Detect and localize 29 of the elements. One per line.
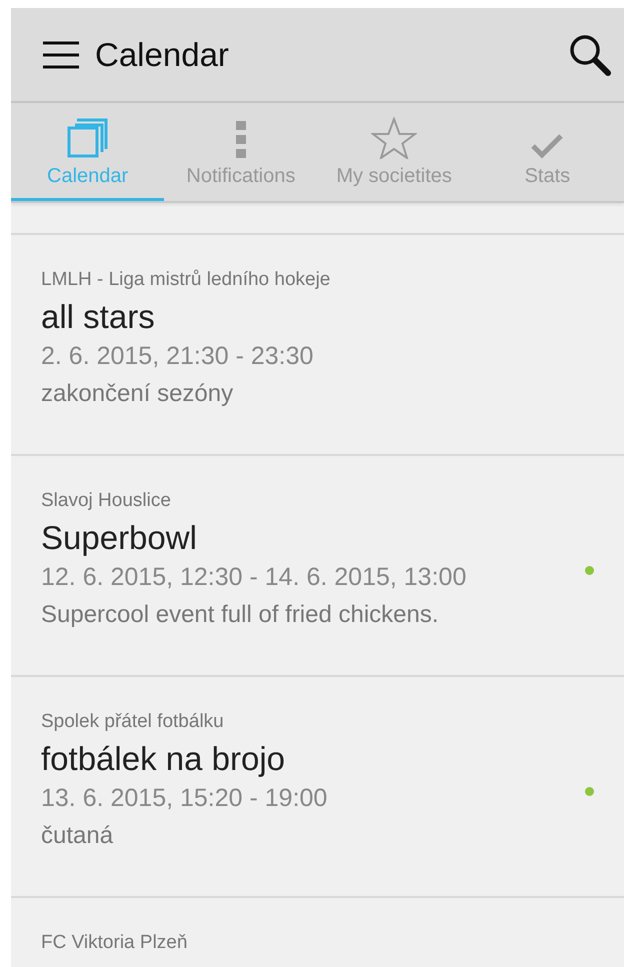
tab[interactable]: Stats: [470, 103, 624, 201]
event-title: Superbowl: [41, 518, 198, 558]
event-time: 13. 6. 2015, 15:20 - 19:00: [41, 783, 328, 814]
event-time: 2. 6. 2015, 21:30 - 23:30: [41, 341, 314, 372]
event-society: LMLH - Liga mistrů ledního hokeje: [41, 269, 332, 291]
event-society: Slavoj Houslice: [41, 490, 172, 512]
event-card[interactable]: Spolek přátel fotbálku fotbálek na brojo 13. 6. 2015, 15:20 - 19:00 čutaná: [11, 677, 624, 898]
tab[interactable]: My societites: [318, 103, 471, 201]
search-icon: [568, 32, 612, 76]
star-icon: [371, 117, 418, 159]
check-icon: [531, 133, 564, 159]
event-society: FC Viktoria Plzeň: [41, 932, 188, 954]
search-button[interactable]: [568, 32, 612, 76]
event-description: Supercool event full of fried chickens.: [41, 600, 440, 630]
event-time: 12. 6. 2015, 12:30 - 14. 6. 2015, 13:00: [41, 562, 468, 593]
menu-icon: [43, 40, 79, 68]
event-card[interactable]: Slavoj Houslice Superbowl 12. 6. 2015, 12:30 - 14. 6. 2015, 13:00 Supercool event full of fried chickens.: [11, 456, 624, 677]
event-description: čutaná: [41, 821, 114, 851]
tab[interactable]: Notifications: [164, 103, 318, 201]
event-card[interactable]: FC Viktoria Plzeň: [11, 898, 624, 967]
event-description: zakončení sezóny: [41, 379, 234, 409]
event-society: Spolek přátel fotbálku: [41, 711, 225, 733]
vertical-dots-icon: [236, 121, 246, 159]
event-card[interactable]: LMLH - Liga mistrů ledního hokeje all stars 2. 6. 2015, 21:30 - 23:30 zakončení sezóny: [11, 235, 624, 456]
app-title: Calendar: [95, 36, 230, 74]
menu-button[interactable]: [43, 40, 79, 68]
pages-icon: [66, 117, 109, 159]
event-title: fotbálek na brojo: [41, 739, 286, 779]
event-title: all stars: [41, 297, 156, 337]
